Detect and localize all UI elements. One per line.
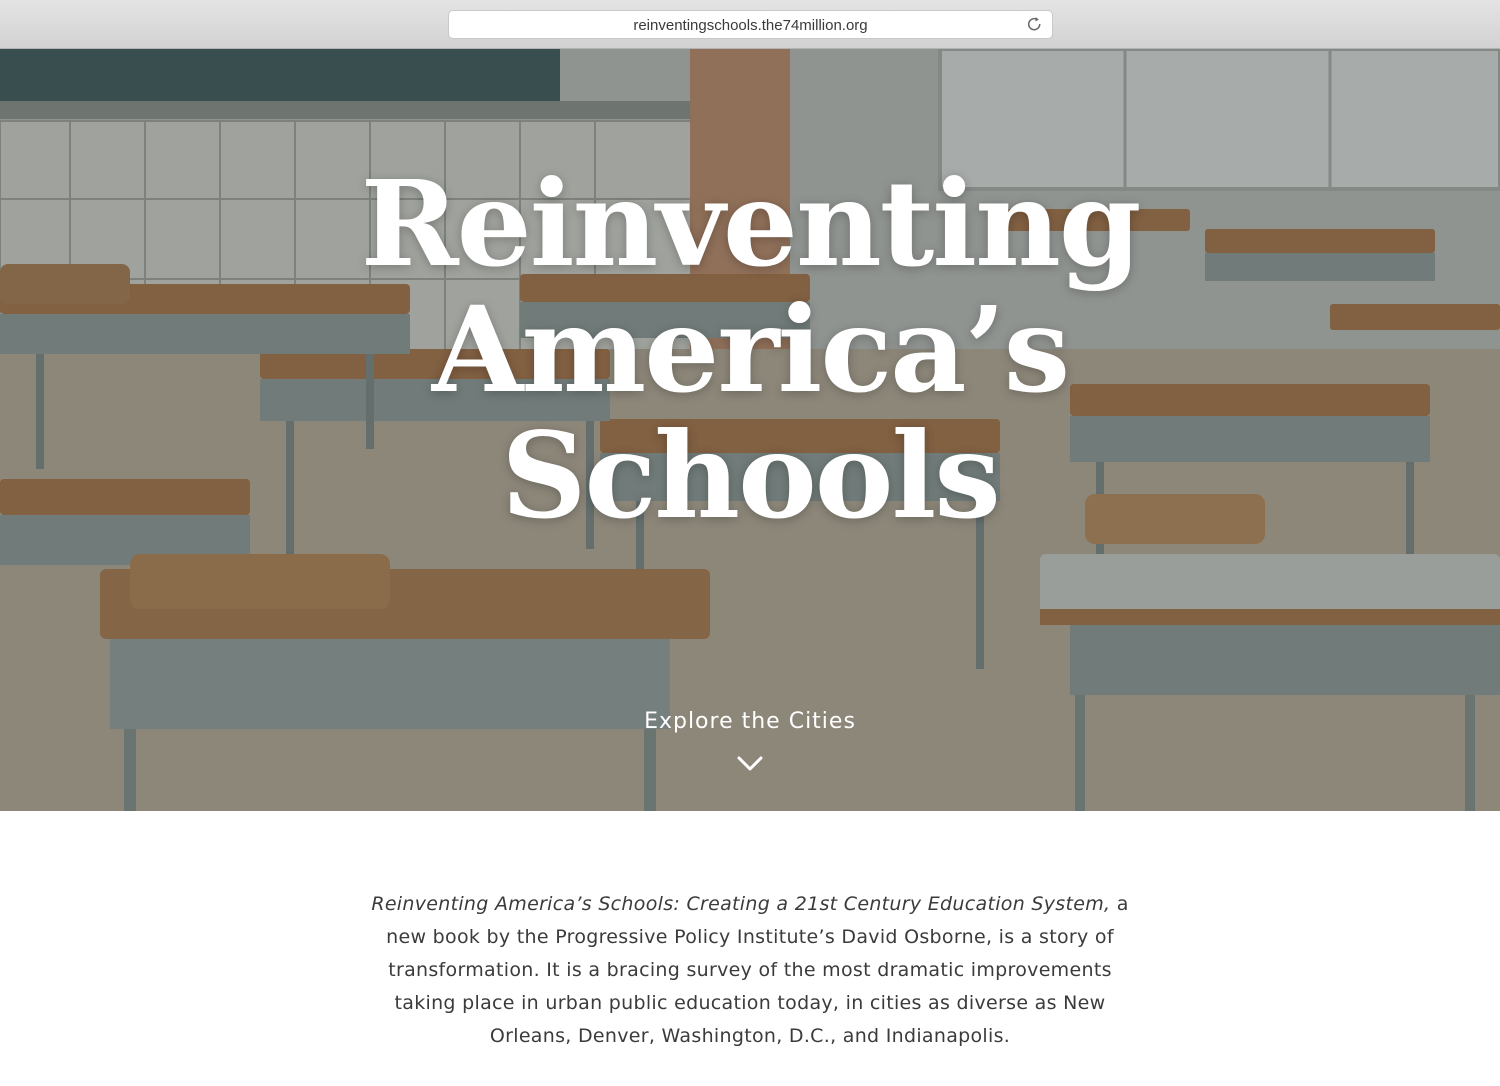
title-line-3: Schools: [501, 406, 1001, 545]
address-bar[interactable]: reinventingschools.the74million.org: [448, 10, 1053, 39]
title-line-1: Reinventing: [360, 154, 1142, 293]
url-text: reinventingschools.the74million.org: [633, 17, 868, 34]
page-title: Reinventing America’s Schools: [0, 161, 1500, 539]
intro-text: a new book by the Progressive Policy Ins…: [386, 893, 1129, 1047]
browser-toolbar: reinventingschools.the74million.org: [0, 0, 1500, 49]
intro-paragraph: Reinventing America’s Schools: Creating …: [370, 888, 1130, 1053]
hero-section: Reinventing America’s Schools Explore th…: [0, 49, 1500, 811]
book-title: Reinventing America’s Schools: Creating …: [371, 893, 1111, 915]
reload-icon[interactable]: [1025, 15, 1044, 34]
title-line-2: America’s: [431, 280, 1070, 419]
chevron-down-icon[interactable]: [736, 755, 764, 773]
explore-cities-link[interactable]: Explore the Cities: [0, 709, 1500, 734]
